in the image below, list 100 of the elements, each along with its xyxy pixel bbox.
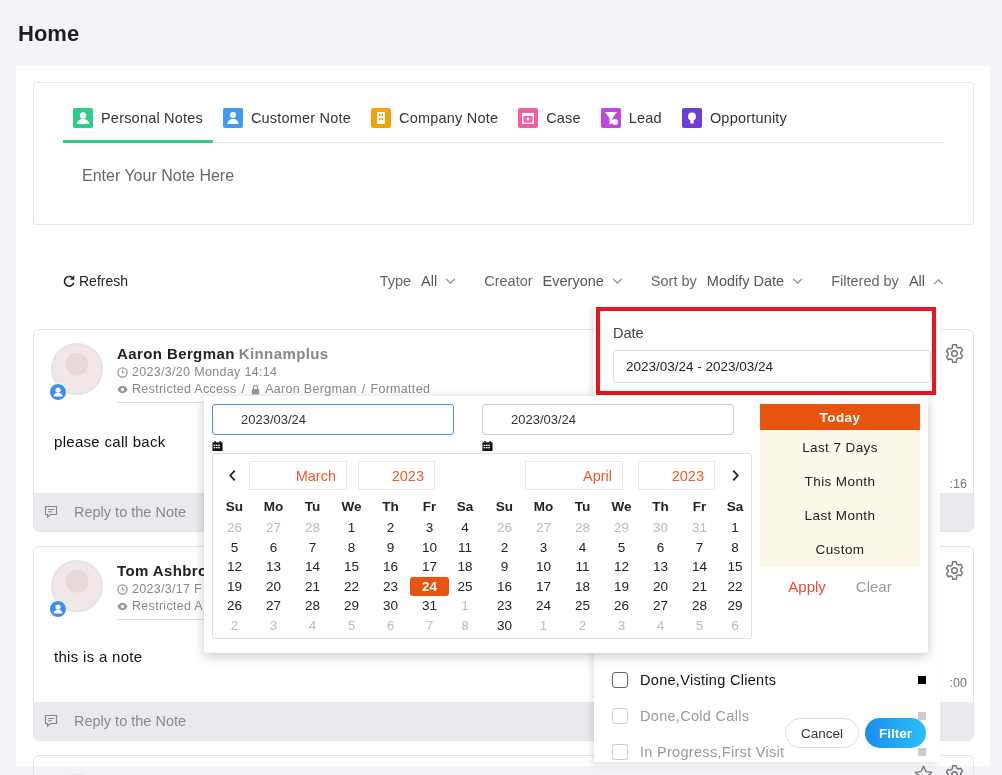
eye-icon bbox=[117, 600, 128, 612]
next-month-icon[interactable] bbox=[731, 469, 740, 482]
calendar-day[interactable]: 23 bbox=[371, 576, 410, 597]
cancel-button[interactable]: Cancel bbox=[785, 718, 859, 748]
calendar-day[interactable]: 16 bbox=[371, 557, 410, 577]
access-label: Restricted Access bbox=[132, 382, 237, 396]
filter-dropdown[interactable]: Modify Date bbox=[706, 273, 804, 289]
calendar-day[interactable]: 24 bbox=[410, 576, 449, 597]
calendar-day[interactable]: 17 bbox=[410, 557, 449, 577]
filter-dropdown[interactable]: Everyone bbox=[542, 273, 623, 289]
calendar-day[interactable]: 24 bbox=[524, 596, 563, 616]
year-select[interactable]: 2023 bbox=[638, 461, 715, 490]
end-date-field[interactable]: 2023/03/24 bbox=[482, 404, 734, 435]
note-type-tab[interactable]: Opportunity bbox=[671, 108, 798, 143]
calendar-day[interactable]: 27 bbox=[254, 596, 293, 616]
calendar-day[interactable]: 31 bbox=[410, 596, 449, 616]
refresh-button[interactable]: Refresh bbox=[62, 273, 129, 289]
calendar-day[interactable]: 14 bbox=[293, 557, 332, 577]
status-swatch bbox=[918, 747, 926, 756]
calendar-day[interactable]: 9 bbox=[371, 537, 410, 558]
comment-icon bbox=[44, 505, 58, 519]
calendar-day[interactable]: 21 bbox=[680, 576, 719, 597]
calendar-icon bbox=[518, 108, 539, 128]
calendar-day[interactable]: 19 bbox=[215, 576, 254, 597]
lightbulb-icon bbox=[681, 108, 702, 128]
preset-range-option[interactable]: Today bbox=[760, 404, 920, 430]
status-checkbox[interactable] bbox=[612, 671, 628, 688]
date-range-field[interactable]: 2023/03/24 - 2023/03/24 bbox=[613, 350, 931, 383]
calendar-day[interactable]: 13 bbox=[254, 557, 293, 577]
calendar-day[interactable]: 8 bbox=[332, 537, 371, 558]
preset-range-option[interactable]: This Month bbox=[760, 464, 920, 498]
calendar-day[interactable]: 10 bbox=[410, 537, 449, 558]
calendar-day[interactable]: 17 bbox=[524, 576, 563, 597]
calendar-day[interactable]: 7 bbox=[293, 537, 332, 558]
calendar-day[interactable]: 15 bbox=[719, 557, 751, 577]
calendar-day[interactable]: 4 bbox=[563, 537, 602, 558]
calendar-day[interactable]: 6 bbox=[641, 537, 680, 558]
calendar-day[interactable]: 20 bbox=[254, 576, 293, 597]
settings-icon[interactable] bbox=[944, 343, 965, 364]
calendar-day[interactable]: 23 bbox=[485, 596, 524, 616]
calendar-day[interactable]: 4 bbox=[449, 518, 481, 538]
note-type-tab[interactable]: Lead bbox=[590, 108, 672, 143]
calendar-day[interactable]: 30 bbox=[371, 596, 410, 616]
note-type-tab[interactable]: Customer Note bbox=[212, 108, 362, 143]
calendar-day[interactable]: 10 bbox=[524, 557, 563, 577]
calendar-day[interactable]: 12 bbox=[602, 557, 641, 577]
calendar-day[interactable]: 18 bbox=[449, 557, 481, 577]
calendar-day[interactable]: 12 bbox=[215, 557, 254, 577]
calendar-day[interactable]: 27 bbox=[641, 596, 680, 616]
calendar-day[interactable]: 1 bbox=[332, 518, 371, 538]
calendar-day[interactable]: 16 bbox=[485, 576, 524, 597]
calendar-day[interactable]: 21 bbox=[293, 576, 332, 597]
calendar-day[interactable]: 2 bbox=[371, 518, 410, 538]
calendar-day[interactable]: 5 bbox=[215, 537, 254, 558]
calendar-day[interactable]: 30 bbox=[485, 615, 524, 636]
filter-dropdown[interactable]: All bbox=[908, 273, 944, 289]
previous-month-icon[interactable] bbox=[228, 469, 237, 482]
apply-button[interactable]: Apply bbox=[788, 578, 826, 595]
calendar-day[interactable]: 8 bbox=[719, 537, 751, 558]
calendar-day[interactable]: 28 bbox=[680, 596, 719, 616]
calendar-day[interactable]: 15 bbox=[332, 557, 371, 577]
preset-range-option[interactable]: Last 7 Days bbox=[760, 430, 920, 464]
note-input-field[interactable]: Enter Your Note Here bbox=[82, 167, 582, 185]
calendar-day[interactable]: 13 bbox=[641, 557, 680, 577]
calendar-day[interactable]: 14 bbox=[680, 557, 719, 577]
calendar-day[interactable]: 11 bbox=[449, 537, 481, 558]
start-date-field[interactable]: 2023/03/24 bbox=[212, 404, 454, 435]
calendar-day[interactable]: 26 bbox=[602, 596, 641, 616]
note-date: 2023/3/20 bbox=[132, 365, 191, 379]
calendar-day[interactable]: 29 bbox=[332, 596, 371, 616]
year-select[interactable]: 2023 bbox=[358, 461, 435, 490]
calendar-day[interactable]: 26 bbox=[215, 596, 254, 616]
calendar-day[interactable]: 22 bbox=[719, 576, 751, 597]
note-type-tab[interactable]: Company Note bbox=[361, 108, 509, 143]
calendar-day[interactable]: 7 bbox=[680, 537, 719, 558]
lock-icon bbox=[250, 383, 262, 395]
calendar-day[interactable]: 5 bbox=[602, 537, 641, 558]
calendar-day[interactable]: 29 bbox=[719, 596, 751, 616]
calendar-day[interactable]: 3 bbox=[410, 518, 449, 538]
calendar-day[interactable]: 25 bbox=[563, 596, 602, 616]
preset-range-option[interactable]: Last Month bbox=[760, 498, 920, 532]
calendar-day[interactable]: 22 bbox=[332, 576, 371, 597]
calendar-day[interactable]: 2 bbox=[485, 537, 524, 558]
calendar-day[interactable]: 28 bbox=[293, 596, 332, 616]
note-type-tab[interactable]: Personal Notes bbox=[63, 108, 213, 143]
calendar-day[interactable]: 6 bbox=[254, 537, 293, 558]
calendar-day[interactable]: 19 bbox=[602, 576, 641, 597]
preset-range-option[interactable]: Custom bbox=[760, 532, 920, 566]
calendar-day[interactable]: 3 bbox=[524, 537, 563, 558]
settings-icon[interactable] bbox=[944, 560, 965, 581]
calendar-day[interactable]: 1 bbox=[719, 518, 751, 538]
access-label: Restricted A bbox=[132, 599, 203, 613]
note-type-tab[interactable]: Case bbox=[508, 108, 591, 143]
calendar-day[interactable]: 20 bbox=[641, 576, 680, 597]
filter-dropdown[interactable]: All bbox=[421, 273, 457, 289]
weekday-label: Th bbox=[651, 498, 670, 516]
calendar-day[interactable]: 11 bbox=[563, 557, 602, 577]
calendar-day[interactable]: 9 bbox=[485, 557, 524, 577]
calendar-day[interactable]: 25 bbox=[449, 576, 481, 597]
calendar-day[interactable]: 18 bbox=[563, 576, 602, 597]
